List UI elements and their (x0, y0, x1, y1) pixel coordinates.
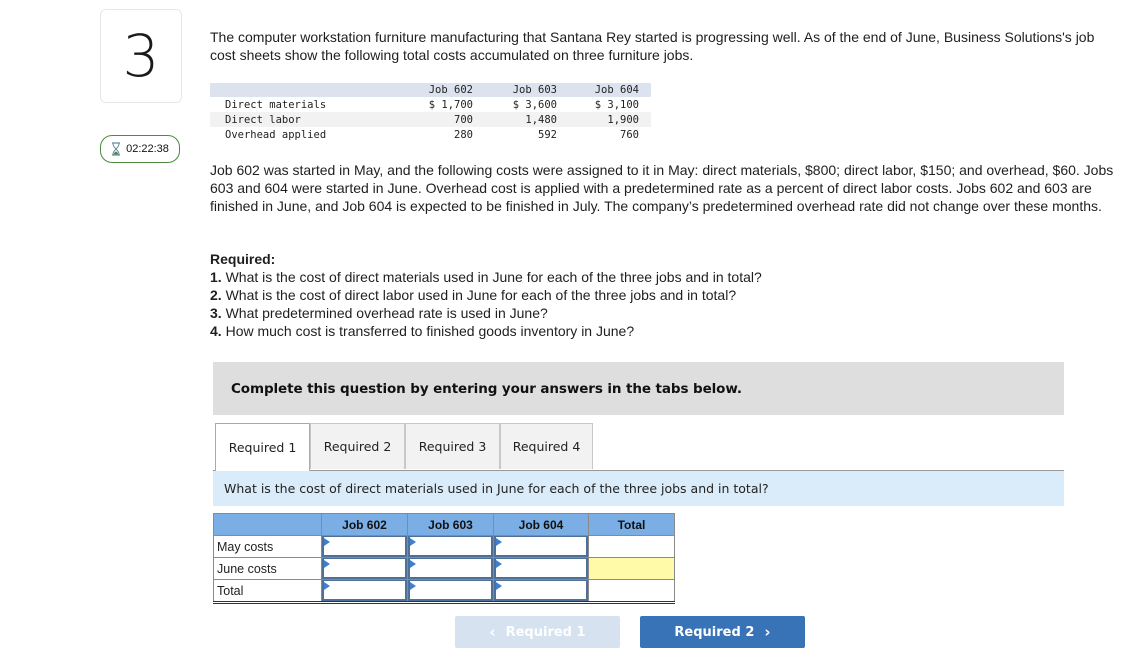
answer-row-label: June costs (213, 557, 322, 580)
timer-badge: 02:22:38 (100, 135, 180, 163)
answer-header: Job 604 (493, 513, 589, 536)
job-cost-cell: 280 (454, 128, 473, 141)
total-job-603-input[interactable] (408, 580, 493, 601)
required-item: 4. How much cost is transferred to finis… (210, 322, 762, 340)
previous-button-label: Required 1 (505, 624, 586, 640)
previous-required-button[interactable]: ‹ Required 1 (455, 616, 620, 648)
job-cost-cell: 760 (620, 128, 639, 141)
required-item-number: 3. (210, 305, 222, 321)
answer-header-blank (213, 513, 322, 536)
job-cost-row: Direct materials $ 1,700 $ 3,600 $ 3,100 (210, 97, 651, 112)
tab-bar: Required 1 Required 2 Required 3 Require… (213, 423, 1064, 471)
answer-table: Job 602 Job 603 Job 604 Total May costs … (213, 513, 675, 604)
job-cost-row-label: Direct materials (225, 98, 327, 111)
answer-header: Job 602 (321, 513, 408, 536)
answer-row-label: May costs (213, 535, 322, 558)
may-job-604-input[interactable] (494, 536, 588, 557)
job-cost-header: Job 602 (395, 83, 475, 97)
job-info-paragraph: Job 602 was started in May, and the foll… (210, 162, 1114, 214)
may-job-602-input[interactable] (322, 536, 407, 557)
tab-required-4[interactable]: Required 4 (500, 423, 593, 469)
required-item: 3. What predetermined overhead rate is u… (210, 304, 762, 322)
required-item: 1. What is the cost of direct materials … (210, 268, 762, 286)
job-cost-header: Job 604 (559, 83, 651, 97)
job-cost-cell: $ 1,700 (428, 98, 473, 111)
total-job-602-input[interactable] (322, 580, 407, 601)
june-total-cell (588, 557, 675, 580)
answer-row-total: Total (213, 579, 675, 604)
may-total-cell (588, 535, 675, 558)
active-question-bar: What is the cost of direct materials use… (213, 471, 1064, 506)
hourglass-icon (112, 142, 121, 156)
job-cost-header-blank (210, 83, 395, 97)
job-cost-header-row: Job 602 Job 603 Job 604 (210, 83, 651, 97)
job-cost-cell: 1,480 (475, 112, 559, 127)
june-job-603-input[interactable] (408, 558, 493, 579)
job-cost-row-label: Direct labor (210, 112, 395, 127)
job-cost-cell: $ 3,600 (512, 98, 557, 111)
timer-text: 02:22:38 (126, 143, 169, 155)
job-cost-header: Job 603 (475, 83, 559, 97)
instruction-text: Complete this question by entering your … (231, 380, 742, 397)
required-section: Required: 1. What is the cost of direct … (210, 250, 762, 340)
job-cost-table: Job 602 Job 603 Job 604 Direct materials… (210, 83, 651, 142)
required-item-number: 1. (210, 269, 222, 285)
required-item-number: 2. (210, 287, 222, 303)
question-number: 3 (100, 9, 182, 103)
june-job-602-input[interactable] (322, 558, 407, 579)
job-cost-cell: 592 (538, 128, 557, 141)
tab-required-2[interactable]: Required 2 (310, 423, 405, 469)
job-cost-row-label: Overhead applied (225, 128, 327, 141)
answer-header-row: Job 602 Job 603 Job 604 Total (213, 513, 675, 536)
next-required-button[interactable]: Required 2 › (640, 616, 805, 648)
answer-row-june: June costs (213, 557, 675, 580)
total-job-604-input[interactable] (494, 580, 588, 601)
chevron-right-icon: › (764, 623, 771, 641)
required-item-text: What is the cost of direct labor used in… (221, 287, 737, 303)
active-question-text: What is the cost of direct materials use… (224, 481, 769, 496)
answer-header: Total (588, 513, 675, 536)
job-cost-row: Overhead applied 280 592 760 (210, 127, 651, 142)
required-item: 2. What is the cost of direct labor used… (210, 286, 762, 304)
answer-row-label: Total (213, 579, 322, 604)
instruction-banner: Complete this question by entering your … (213, 362, 1064, 415)
job-cost-cell: 700 (395, 112, 475, 127)
required-item-text: How much cost is transferred to finished… (221, 323, 635, 339)
required-heading: Required: (210, 251, 276, 267)
intro-paragraph: The computer workstation furniture manuf… (210, 29, 1095, 63)
chevron-left-icon: ‹ (489, 623, 496, 641)
may-job-603-input[interactable] (408, 536, 493, 557)
june-job-604-input[interactable] (494, 558, 588, 579)
tab-required-1[interactable]: Required 1 (215, 423, 310, 471)
required-item-text: What is the cost of direct materials use… (221, 269, 762, 285)
tab-required-3[interactable]: Required 3 (405, 423, 500, 469)
answer-header: Job 603 (407, 513, 494, 536)
grand-total-cell (588, 579, 675, 604)
required-item-text: What predetermined overhead rate is used… (221, 305, 548, 321)
job-cost-cell: $ 3,100 (594, 98, 639, 111)
next-button-label: Required 2 (674, 624, 755, 640)
required-item-number: 4. (210, 323, 222, 339)
job-cost-cell: 1,900 (559, 112, 651, 127)
answer-row-may: May costs (213, 535, 675, 558)
job-cost-row: Direct labor 700 1,480 1,900 (210, 112, 651, 127)
